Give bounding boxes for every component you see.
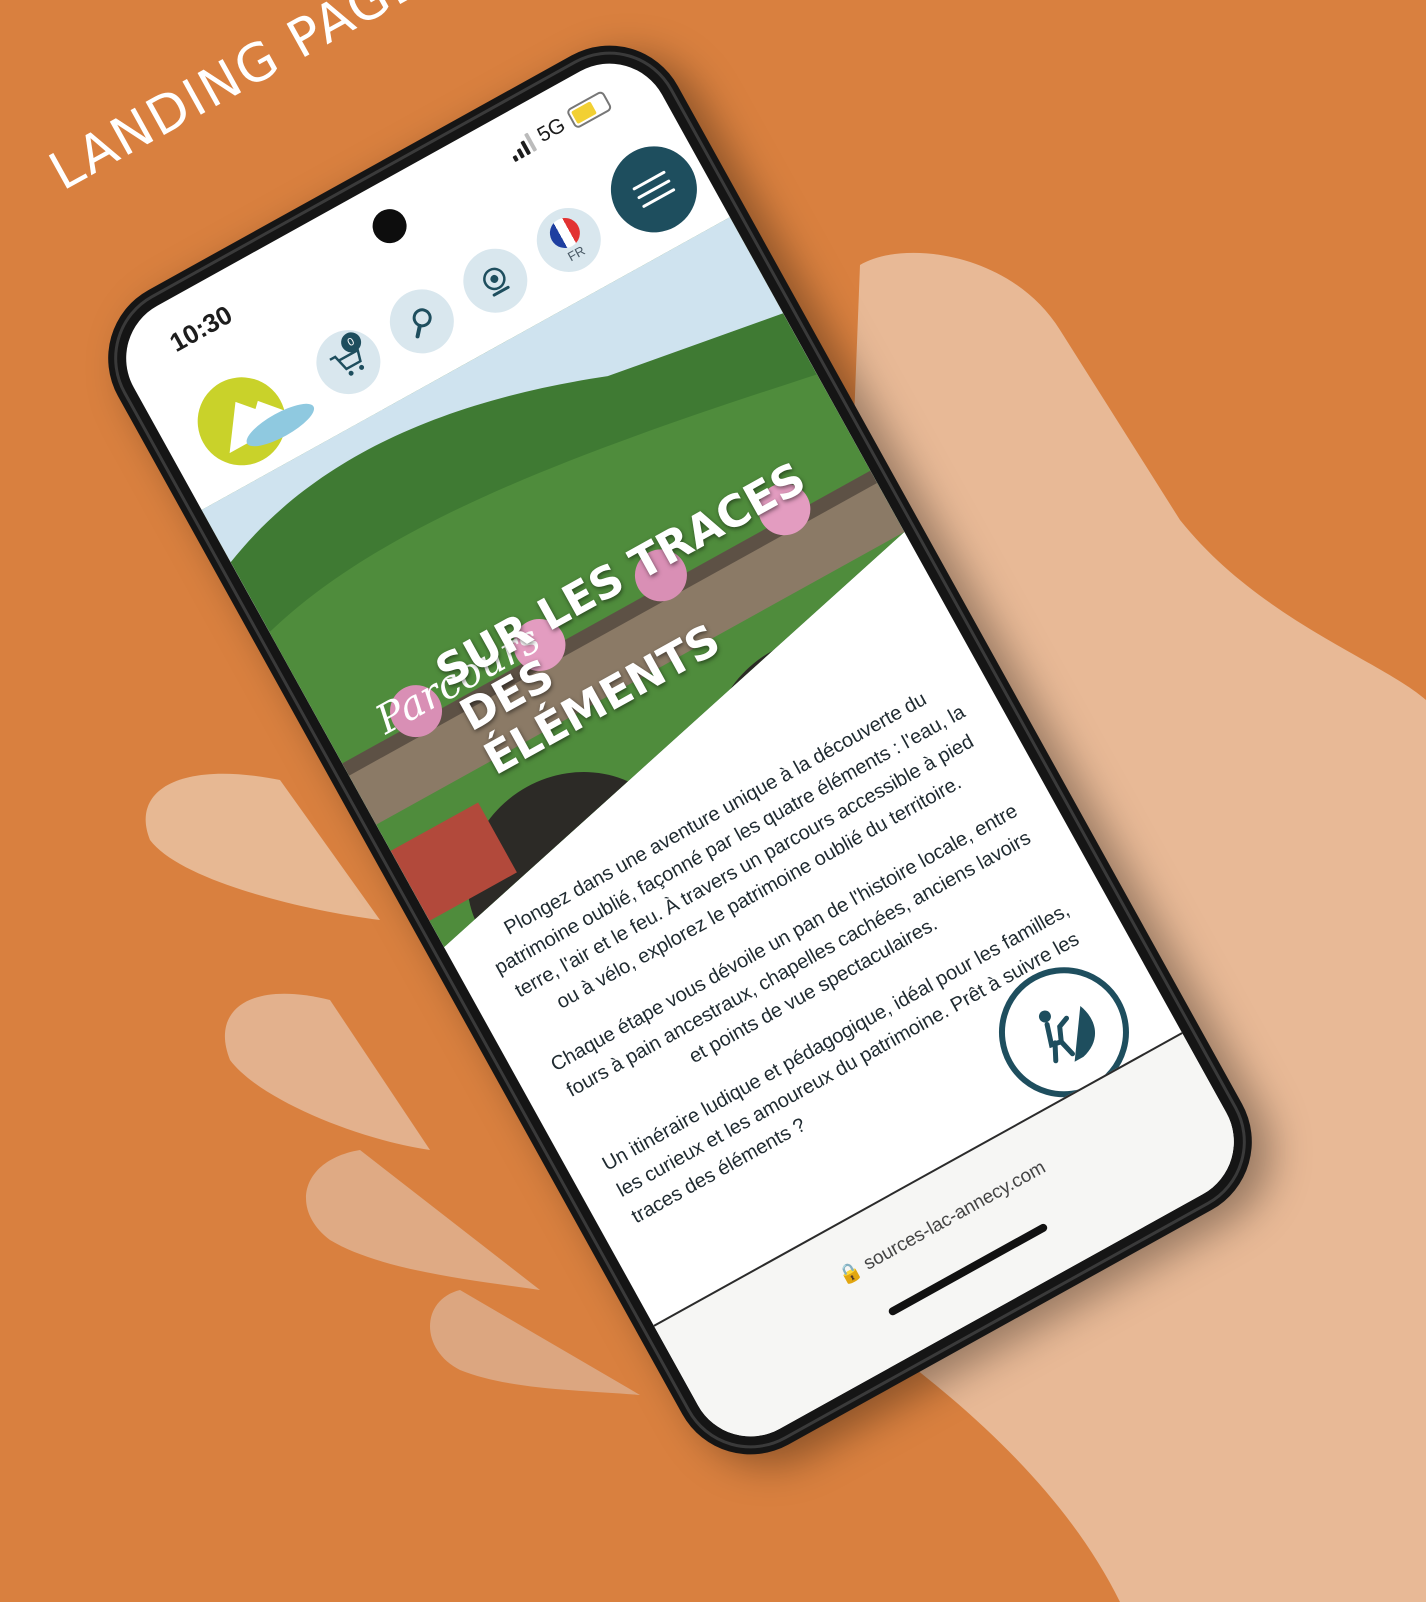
network-label: 5G (533, 113, 570, 148)
webcam-icon (483, 267, 510, 297)
hiking-icon (1038, 1006, 1096, 1064)
signal-icon (506, 132, 538, 163)
url-label: sources-lac-annecy.com (860, 1156, 1050, 1275)
search-button[interactable] (378, 277, 466, 365)
language-button[interactable]: FR (525, 196, 613, 284)
webcam-button[interactable] (451, 237, 539, 325)
cart-button[interactable]: 0 (304, 318, 392, 406)
search-icon (412, 308, 432, 339)
battery-icon (565, 89, 613, 130)
front-camera (366, 202, 413, 250)
lock-icon: 🔒 (834, 1258, 866, 1289)
menu-icon (632, 170, 676, 208)
status-time: 10:30 (164, 299, 238, 358)
